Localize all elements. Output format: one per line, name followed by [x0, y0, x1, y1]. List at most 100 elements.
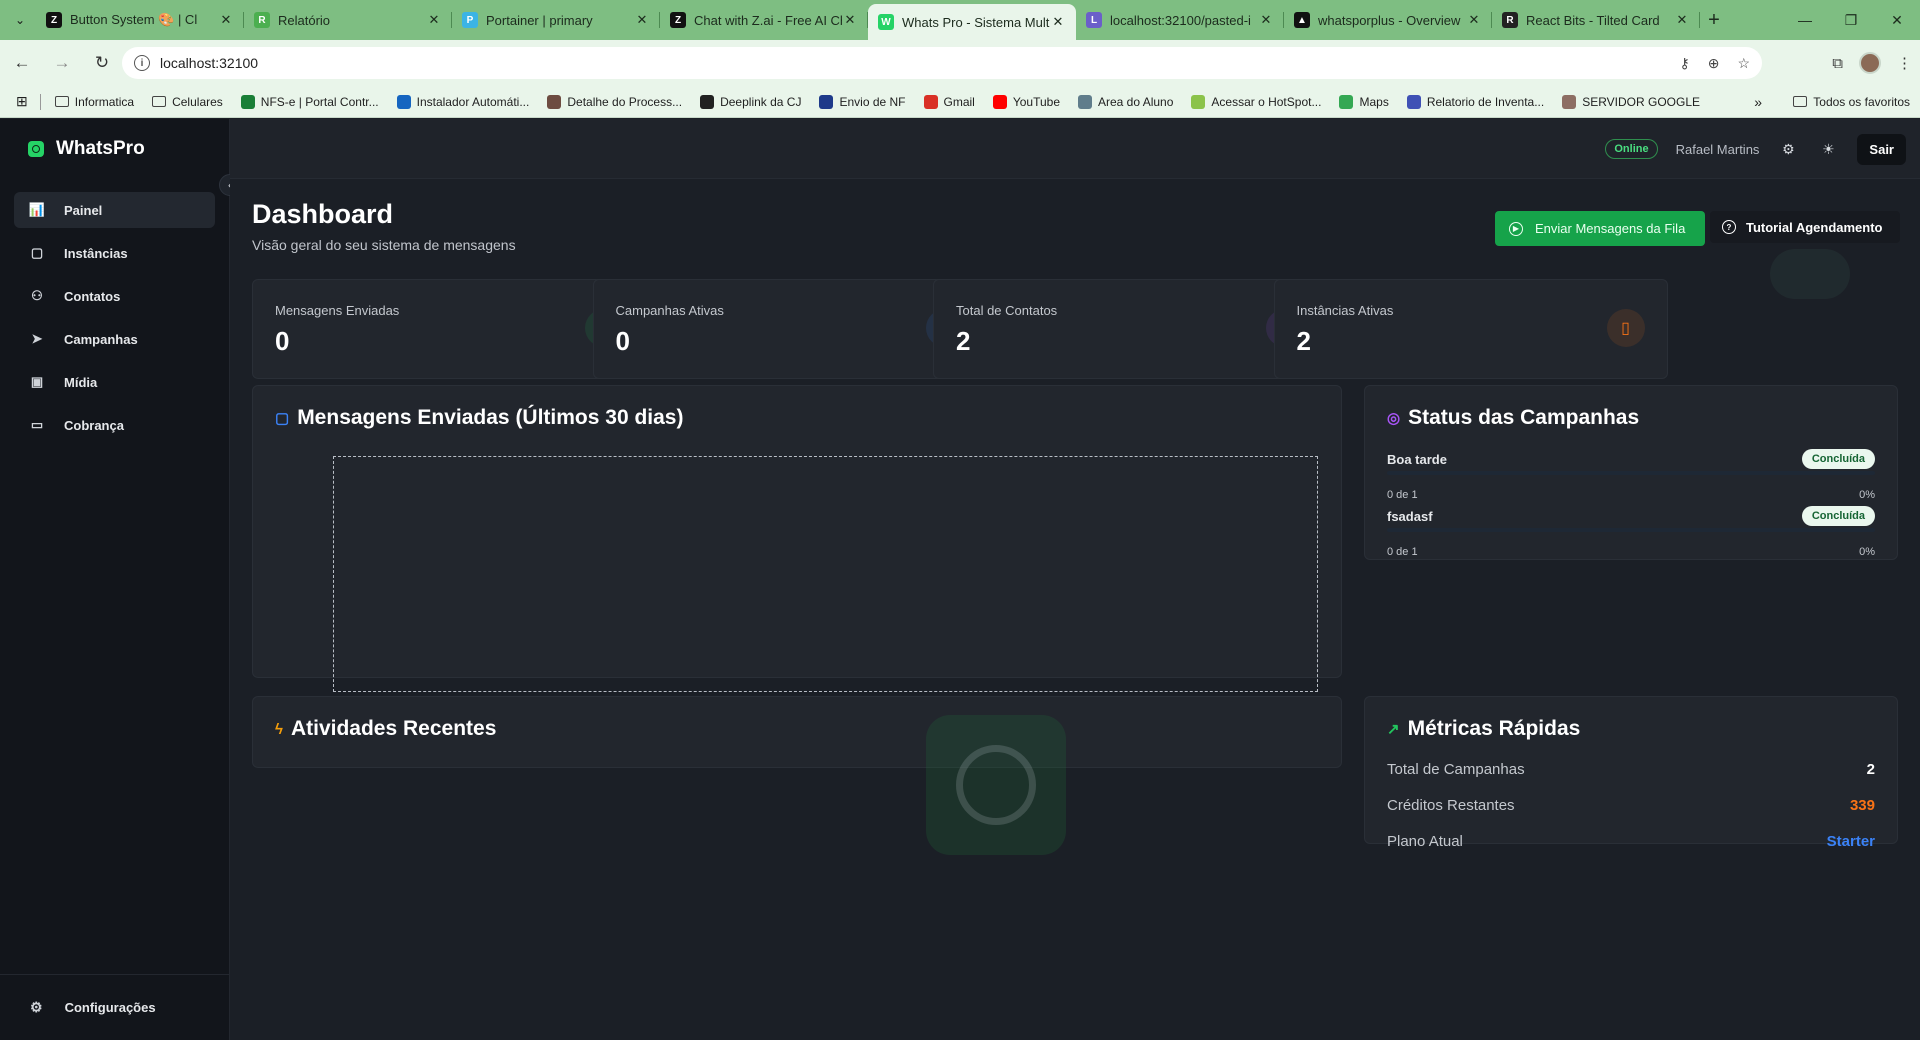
bookmark-label: Acessar o HotSpot... — [1211, 94, 1322, 109]
browser-tab[interactable]: ▲ whatsporplus - Overview ✕ — [1284, 0, 1492, 40]
close-window-icon[interactable]: ✕ — [1874, 0, 1920, 40]
brand-name: WhatsPro — [56, 138, 145, 159]
app-root: WhatsPro 📊 Painel ▢ Instâncias ⚇ Contatos ➤ Cam… — [0, 119, 1920, 1040]
z-icon: Z — [46, 12, 62, 28]
bookmarks-overflow-icon[interactable]: » — [1754, 94, 1762, 110]
address-bar[interactable]: i localhost:32100 ⚷ ⊕ ☆ — [122, 47, 1762, 79]
theme-sun-icon[interactable]: ☀ — [1817, 141, 1839, 158]
browser-tab[interactable]: R Relatório ✕ — [244, 0, 452, 40]
browser-tab[interactable]: Llocalhost:32100/pasted-i ✕ — [1076, 0, 1284, 40]
panel-title: Métricas Rápidas — [1407, 717, 1581, 740]
browser-tab[interactable]: Z Button System 🎨 | Cl ✕ — [36, 0, 244, 40]
bookmark-item[interactable]: Envio de NF — [819, 94, 906, 109]
browser-tab[interactable]: R React Bits - Tilted Card ✕ — [1492, 0, 1700, 40]
site-favicon-icon — [1191, 94, 1206, 109]
close-tab-icon[interactable]: ✕ — [842, 12, 858, 28]
status-badge: Online — [1605, 139, 1658, 159]
bookmark-item[interactable]: Maps — [1339, 94, 1389, 109]
campaign-status-badge: Concluída — [1801, 449, 1875, 469]
bookmark-label: Celulares — [172, 94, 223, 109]
window-controls: — ❐ ✕ — [1782, 0, 1920, 40]
close-tab-icon[interactable]: ✕ — [218, 12, 234, 28]
site-favicon-icon — [700, 94, 715, 109]
bookmark-item[interactable]: Relatorio de Inventa... — [1406, 94, 1544, 109]
all-bookmarks-label: Todos os favoritos — [1813, 94, 1910, 109]
bookmark-label: Informatica — [74, 94, 135, 109]
close-tab-icon[interactable]: ✕ — [1050, 14, 1066, 30]
minimize-icon[interactable]: — — [1782, 0, 1828, 40]
users-icon: ⚇ — [31, 288, 43, 303]
profile-avatar[interactable] — [1859, 52, 1881, 74]
reload-icon[interactable]: ↻ — [84, 45, 120, 81]
forward-icon[interactable]: → — [44, 45, 80, 81]
close-tab-icon[interactable]: ✕ — [1258, 12, 1274, 28]
zap-icon: ϟ — [275, 720, 283, 738]
bookmark-item[interactable]: Area do Aluno — [1078, 94, 1174, 109]
send-icon: ➤ — [31, 331, 43, 346]
panel-title: Atividades Recentes — [290, 717, 497, 740]
browser-tab[interactable]: P Portainer | primary ✕ — [452, 0, 660, 40]
bookmark-item[interactable]: Instalador Automáti... — [396, 94, 529, 109]
browser-tab[interactable]: Z Chat with Z.ai - Free AI Ch ✕ — [660, 0, 868, 40]
bookmark-item[interactable]: Celulares — [152, 95, 223, 109]
bookmark-item[interactable]: Deeplink da CJ — [700, 94, 801, 109]
password-key-icon[interactable]: ⚷ — [1679, 55, 1689, 72]
sidebar-item-configuracoes[interactable]: ⚙ Configurações — [0, 974, 230, 1040]
portainer-icon: P — [462, 12, 478, 28]
bookmark-star-icon[interactable]: ☆ — [1737, 55, 1750, 72]
bookmark-item[interactable]: Acessar o HotSpot... — [1191, 94, 1322, 109]
bookmark-item[interactable]: Informatica — [54, 94, 135, 109]
sidebar-item-painel[interactable]: 📊 Painel — [14, 192, 215, 228]
close-tab-icon[interactable]: ✕ — [634, 12, 650, 28]
folder-icon — [152, 96, 167, 107]
sidebar-item-cobranca[interactable]: ▭ Cobrança — [14, 407, 215, 443]
bookmark-label: Gmail — [943, 94, 975, 109]
bar-chart-icon: 📊 — [28, 202, 46, 217]
browser-menu-icon[interactable]: ⋮ — [1897, 54, 1912, 72]
sidebar: WhatsPro 📊 Painel ▢ Instâncias ⚇ Contatos ➤ Cam… — [0, 119, 230, 1040]
site-favicon-icon — [240, 94, 255, 109]
site-favicon-icon — [1078, 94, 1092, 109]
stat-value: 0 — [275, 326, 290, 356]
top-bar: Online Rafael Martins ⚙ ☀ Sair — [230, 119, 1920, 179]
bookmark-label: YouTube — [1012, 94, 1060, 109]
bookmarks-divider — [39, 93, 41, 110]
sidebar-item-campanhas[interactable]: ➤ Campanhas — [14, 321, 215, 357]
send-queue-button[interactable]: ▶ Enviar Mensagens da Fila — [1495, 211, 1705, 246]
send-queue-label: Enviar Mensagens da Fila — [1535, 221, 1686, 236]
campaign-progress-count: 0 de 1 — [1387, 546, 1418, 558]
back-icon[interactable]: ← — [4, 45, 40, 81]
all-bookmarks[interactable]: Todos os favoritos — [1793, 95, 1910, 109]
bookmark-item[interactable]: YouTube — [992, 94, 1060, 109]
zoom-icon[interactable]: ⊕ — [1708, 55, 1720, 72]
bookmark-item[interactable]: Detalhe do Process... — [547, 94, 682, 109]
apps-grid-icon[interactable]: ⊞ — [16, 93, 28, 110]
close-tab-icon[interactable]: ✕ — [426, 12, 442, 28]
globe-icon: L — [1086, 12, 1102, 28]
browser-tab[interactable]: W Whats Pro - Sistema Mult ✕ — [868, 4, 1076, 40]
campaign-progress-percent: 0% — [1859, 489, 1875, 501]
stat-card: Total de Contatos2⚇ — [933, 279, 1327, 379]
close-tab-icon[interactable]: ✕ — [1674, 12, 1690, 28]
extensions-icon[interactable]: ⧉ — [1832, 55, 1843, 72]
brand[interactable]: WhatsPro — [0, 119, 229, 179]
bookmark-item[interactable]: Gmail — [923, 94, 975, 109]
page-title: Dashboard — [252, 199, 394, 229]
url-text[interactable]: localhost:32100 — [160, 55, 258, 71]
settings-gear-icon[interactable]: ⚙ — [1777, 141, 1799, 158]
bookmark-item[interactable]: NFS-e | Portal Contr... — [240, 94, 379, 109]
sidebar-item-midia[interactable]: ▣ Mídia — [14, 364, 215, 400]
restore-icon[interactable]: ❐ — [1828, 0, 1874, 40]
bookmark-item[interactable]: SERVIDOR GOOGLE — [1562, 94, 1700, 109]
stat-card: Campanhas Ativas0▢ — [592, 279, 987, 379]
sidebar-item-instancias[interactable]: ▢ Instâncias — [14, 235, 215, 271]
new-tab-button[interactable]: + — [1700, 9, 1728, 32]
bookmark-label: Area do Aluno — [1098, 94, 1174, 109]
close-tab-icon[interactable]: ✕ — [1466, 12, 1482, 28]
sidebar-item-contatos[interactable]: ⚇ Contatos — [14, 278, 215, 314]
site-info-icon[interactable]: i — [134, 55, 150, 71]
stat-value: 0 — [615, 326, 630, 356]
tutorial-button[interactable]: ? Tutorial Agendamento — [1710, 211, 1900, 243]
tab-search-icon[interactable]: ⌄ — [8, 8, 32, 32]
logout-button[interactable]: Sair — [1857, 133, 1906, 165]
